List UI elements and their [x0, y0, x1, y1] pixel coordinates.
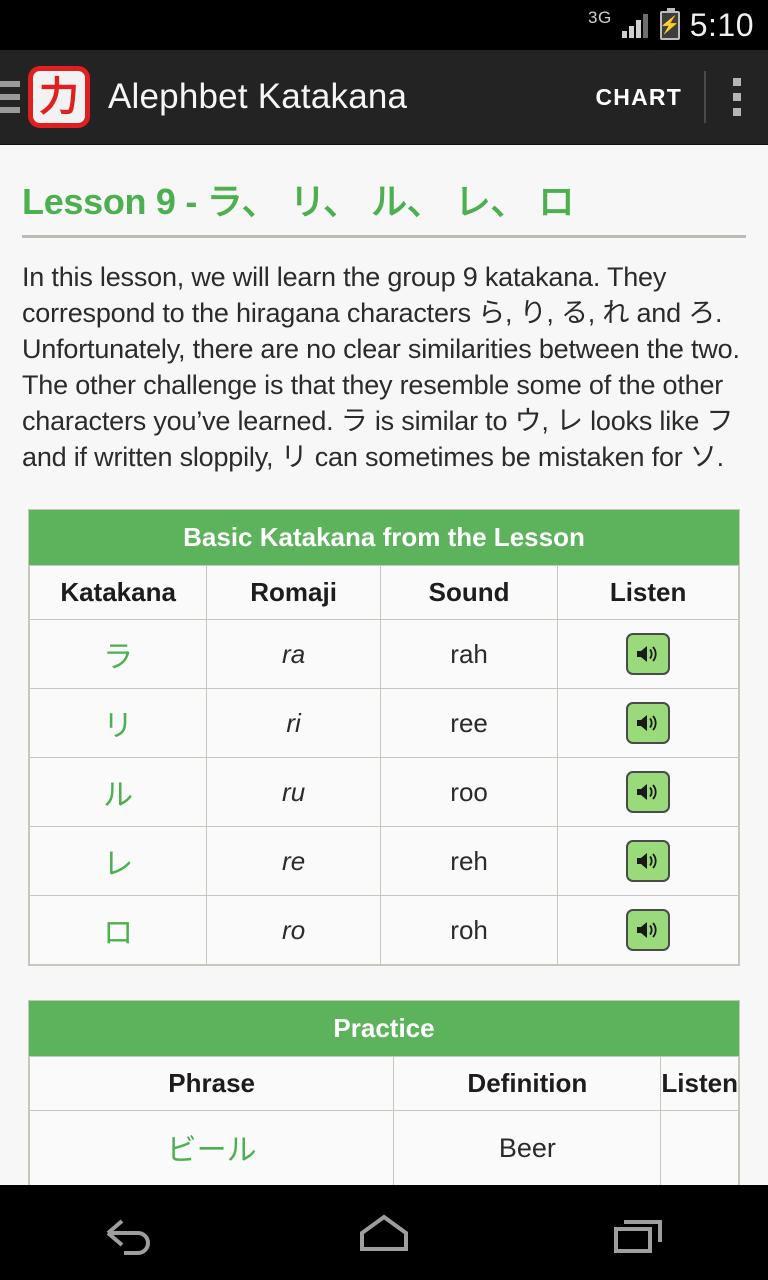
practice-cell-phrase: ビール — [28, 1110, 395, 1185]
basic-cell-sound: rah — [379, 619, 559, 690]
basic-cell-katakana: ル — [28, 757, 208, 828]
table-row: ル ru roo — [28, 757, 739, 828]
android-screen: 3G ⚡ 5:10 力 Alephbet Katakana CHART Less… — [0, 0, 768, 1280]
basic-cell-katakana: ロ — [28, 895, 208, 966]
basic-cell-katakana: ラ — [28, 619, 208, 690]
basic-katakana-table: Basic Katakana from the Lesson Katakana … — [28, 509, 740, 967]
basic-cell-listen[interactable] — [557, 688, 739, 759]
page-title: Lesson 9 - ラ、 リ、 ル、 レ、 ロ — [0, 145, 768, 235]
table-row: レ re reh — [28, 826, 739, 897]
basic-cell-sound: ree — [379, 688, 559, 759]
speaker-icon[interactable] — [626, 909, 671, 952]
basic-cell-romaji: ru — [206, 757, 381, 828]
speaker-icon[interactable] — [626, 633, 671, 676]
basic-cell-sound: reh — [379, 826, 559, 897]
basic-table-caption: Basic Katakana from the Lesson — [29, 510, 739, 566]
status-bar-clock: 5:10 — [689, 6, 754, 43]
signal-bars-icon — [621, 12, 648, 38]
basic-cell-listen[interactable] — [557, 826, 739, 897]
basic-cell-listen[interactable] — [557, 895, 739, 966]
basic-header-romaji: Romaji — [206, 565, 381, 621]
overflow-menu-icon[interactable] — [706, 78, 768, 116]
basic-cell-listen[interactable] — [557, 619, 739, 690]
practice-table-caption: Practice — [29, 1001, 739, 1057]
speaker-icon[interactable] — [626, 840, 671, 883]
status-bar: 3G ⚡ 5:10 — [0, 0, 768, 50]
basic-cell-romaji: re — [206, 826, 381, 897]
table-row: リ ri ree — [28, 688, 739, 759]
basic-header-sound: Sound — [379, 565, 559, 621]
basic-cell-romaji: ri — [206, 688, 381, 759]
practice-header-definition: Definition — [393, 1056, 662, 1112]
android-nav-bar — [0, 1185, 768, 1280]
basic-cell-romaji: ra — [206, 619, 381, 690]
back-icon[interactable] — [53, 1185, 203, 1280]
action-bar: 力 Alephbet Katakana CHART — [0, 50, 768, 145]
app-title: Alephbet Katakana — [108, 77, 408, 116]
practice-header-listen: Listen — [660, 1056, 739, 1112]
basic-cell-sound: roo — [379, 757, 559, 828]
basic-cell-listen[interactable] — [557, 757, 739, 828]
practice-table-header-row: Phrase Definition Listen — [28, 1056, 739, 1112]
lesson-paragraph: In this lesson, we will learn the group … — [22, 262, 740, 472]
basic-header-katakana: Katakana — [28, 565, 208, 621]
basic-cell-sound: roh — [379, 895, 559, 966]
table-row: ラ ra rah — [28, 619, 739, 690]
basic-header-listen: Listen — [557, 565, 739, 621]
table-row: ロ ro roh — [28, 895, 739, 966]
basic-table-header-row: Katakana Romaji Sound Listen — [28, 565, 739, 621]
home-icon[interactable] — [309, 1185, 459, 1280]
practice-cell-listen[interactable] — [660, 1110, 739, 1185]
chart-button[interactable]: CHART — [574, 84, 705, 111]
network-type-label: 3G — [588, 8, 612, 27]
practice-cell-definition: Beer — [393, 1110, 662, 1185]
battery-charging-icon: ⚡ — [659, 7, 680, 40]
lesson-content[interactable]: Lesson 9 - ラ、 リ、 ル、 レ、 ロ In this lesson,… — [0, 145, 768, 1185]
speaker-icon[interactable] — [626, 702, 671, 745]
speaker-icon[interactable] — [626, 771, 671, 814]
recent-apps-icon[interactable] — [565, 1185, 715, 1280]
basic-cell-katakana: リ — [28, 688, 208, 759]
table-row: ビール Beer — [28, 1110, 739, 1185]
practice-header-phrase: Phrase — [28, 1056, 395, 1112]
hamburger-menu-icon[interactable] — [0, 81, 22, 113]
action-bar-actions: CHART — [574, 50, 768, 144]
lesson-title-kana: ラ、 リ、 ル、 レ、 ロ — [206, 182, 575, 223]
basic-cell-katakana: レ — [28, 826, 208, 897]
app-logo: 力 — [28, 66, 90, 128]
practice-table: Practice Phrase Definition Listen ビール Be… — [28, 1000, 740, 1185]
lesson-title-prefix: Lesson 9 - — [22, 181, 207, 222]
basic-cell-romaji: ro — [206, 895, 381, 966]
